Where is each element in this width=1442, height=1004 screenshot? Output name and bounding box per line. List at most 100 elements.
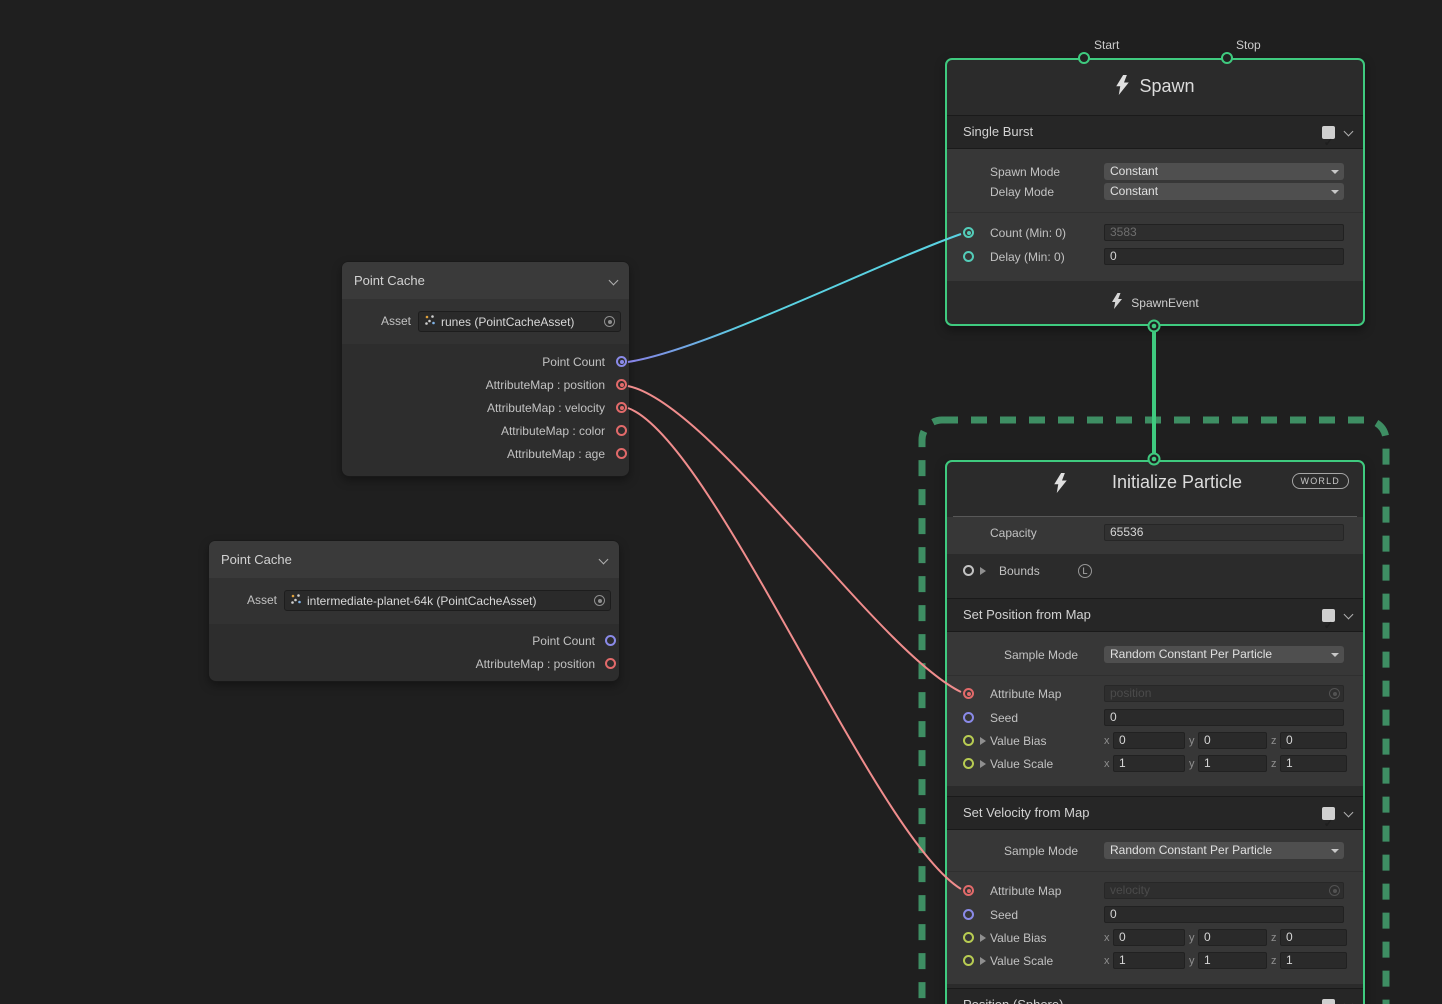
axis-y-label: y (1189, 930, 1195, 946)
object-picker-icon[interactable] (604, 316, 615, 327)
asset-label: Asset (352, 312, 411, 330)
value-scale-y-field[interactable]: 1 (1198, 755, 1267, 772)
value-scale-label: Value Scale (990, 755, 1053, 773)
set-position-enabled-checkbox[interactable] (1322, 609, 1335, 622)
axis-z-label: z (1271, 953, 1277, 969)
flow-stop-port[interactable] (1221, 52, 1233, 64)
attrmap-position-output-port[interactable] (616, 379, 627, 390)
axis-x-label: x (1104, 756, 1110, 772)
object-picker-icon[interactable] (1329, 885, 1340, 896)
foldout-arrow-icon[interactable] (980, 737, 986, 745)
axis-x-label: x (1104, 953, 1110, 969)
point-count-output-port[interactable] (616, 356, 627, 367)
chevron-down-icon[interactable] (1344, 1000, 1354, 1004)
set-position-block-header[interactable]: Set Position from Map (947, 598, 1363, 632)
single-burst-enabled-checkbox[interactable] (1322, 126, 1335, 139)
asset-object-field[interactable]: intermediate-planet-64k (PointCacheAsset… (284, 590, 611, 611)
count-input-port[interactable] (963, 227, 974, 238)
attrmap-age-output-port[interactable] (616, 448, 627, 459)
chevron-down-icon[interactable] (1344, 610, 1354, 620)
point-cache-header[interactable]: Point Cache (342, 262, 629, 299)
capacity-field[interactable]: 65536 (1104, 524, 1344, 541)
edge-position-map[interactable] (628, 386, 961, 692)
point-cache-header[interactable]: Point Cache (209, 541, 619, 578)
delay-field[interactable]: 0 (1104, 248, 1344, 265)
chevron-down-icon[interactable] (609, 276, 619, 286)
position-sphere-enabled-checkbox[interactable] (1322, 999, 1335, 1004)
axis-x-label: x (1104, 930, 1110, 946)
attribute-map-field[interactable]: velocity (1104, 882, 1344, 899)
value-bias-z-field[interactable]: 0 (1280, 732, 1347, 749)
attribute-map-ghost-value: position (1110, 686, 1151, 700)
foldout-arrow-icon[interactable] (980, 567, 986, 575)
initialize-node-title: Initialize Particle (1067, 472, 1287, 493)
value-bias-input-port[interactable] (963, 932, 974, 943)
edge-velocity-map[interactable] (628, 408, 961, 889)
value-bias-y-field[interactable]: 0 (1198, 929, 1267, 946)
object-picker-icon[interactable] (594, 595, 605, 606)
asset-object-field[interactable]: runes (PointCacheAsset) (418, 311, 621, 332)
value-scale-y-field[interactable]: 1 (1198, 952, 1267, 969)
attribute-map-input-port[interactable] (963, 885, 974, 896)
asset-value: intermediate-planet-64k (PointCacheAsset… (307, 594, 589, 608)
value-bias-x-field[interactable]: 0 (1113, 929, 1185, 946)
value-bias-x-field[interactable]: 0 (1113, 732, 1185, 749)
world-space-badge[interactable]: WORLD (1292, 473, 1350, 489)
object-picker-icon[interactable] (1329, 688, 1340, 699)
attrmap-position-output-port[interactable] (605, 658, 616, 669)
delay-input-port[interactable] (963, 251, 974, 262)
chevron-down-icon[interactable] (1344, 808, 1354, 818)
value-bias-y-field[interactable]: 0 (1198, 732, 1267, 749)
single-burst-block-header[interactable]: Single Burst (947, 115, 1363, 149)
value-bias-label: Value Bias (990, 732, 1046, 750)
value-scale-x-field[interactable]: 1 (1113, 952, 1185, 969)
set-velocity-enabled-checkbox[interactable] (1322, 807, 1335, 820)
set-velocity-block-header[interactable]: Set Velocity from Map (947, 796, 1363, 830)
divider (947, 871, 1363, 872)
seed-field[interactable]: 0 (1104, 906, 1344, 923)
sample-mode-dropdown[interactable]: Random Constant Per Particle (1104, 842, 1344, 859)
seed-input-port[interactable] (963, 909, 974, 920)
attribute-map-field[interactable]: position (1104, 685, 1344, 702)
point-cache-title: Point Cache (221, 552, 292, 567)
flow-start-port[interactable] (1078, 52, 1090, 64)
delay-mode-dropdown[interactable]: Constant (1104, 183, 1344, 200)
sample-mode-label: Sample Mode (1004, 646, 1078, 664)
spawn-node[interactable]: Start Stop Spawn Single Burst Spawn Mode… (945, 58, 1365, 326)
value-scale-input-port[interactable] (963, 758, 974, 769)
seed-input-port[interactable] (963, 712, 974, 723)
single-burst-title: Single Burst (963, 124, 1033, 139)
value-scale-z-field[interactable]: 1 (1280, 952, 1347, 969)
point-count-output-port[interactable] (605, 635, 616, 646)
foldout-arrow-icon[interactable] (980, 760, 986, 768)
attribute-map-input-port[interactable] (963, 688, 974, 699)
attrmap-velocity-output-port[interactable] (616, 402, 627, 413)
spawn-title-row[interactable]: Spawn (947, 60, 1363, 112)
value-scale-z-field[interactable]: 1 (1280, 755, 1347, 772)
value-bias-z-field[interactable]: 0 (1280, 929, 1347, 946)
delay-mode-label: Delay Mode (990, 183, 1054, 201)
foldout-arrow-icon[interactable] (980, 934, 986, 942)
sample-mode-label: Sample Mode (1004, 842, 1078, 860)
local-space-toggle[interactable]: L (1078, 564, 1092, 578)
initialize-particle-node[interactable]: Initialize Particle WORLD Capacity 65536… (945, 460, 1365, 1004)
foldout-arrow-icon[interactable] (980, 957, 986, 965)
attrmap-color-output-port[interactable] (616, 425, 627, 436)
spawn-mode-dropdown[interactable]: Constant (1104, 163, 1344, 180)
flow-start-label: Start (1094, 37, 1119, 53)
attrmap-color-output-label: AttributeMap : color (382, 422, 605, 440)
chevron-down-icon[interactable] (1344, 127, 1354, 137)
count-field[interactable]: 3583 (1104, 224, 1344, 241)
seed-field[interactable]: 0 (1104, 709, 1344, 726)
bounds-input-port[interactable] (963, 565, 974, 576)
chevron-down-icon[interactable] (599, 555, 609, 565)
axis-y-label: y (1189, 953, 1195, 969)
point-cache-runes-node[interactable]: Point Cache Asset runes (PointCacheAsset… (342, 262, 629, 476)
sample-mode-dropdown[interactable]: Random Constant Per Particle (1104, 646, 1344, 663)
position-sphere-block-header[interactable]: Position (Sphere) (947, 988, 1363, 1004)
value-scale-x-field[interactable]: 1 (1113, 755, 1185, 772)
edge-point-count-to-count[interactable] (628, 234, 961, 362)
point-cache-planet-node[interactable]: Point Cache Asset intermediate-planet-64… (209, 541, 619, 681)
value-scale-input-port[interactable] (963, 955, 974, 966)
value-bias-input-port[interactable] (963, 735, 974, 746)
